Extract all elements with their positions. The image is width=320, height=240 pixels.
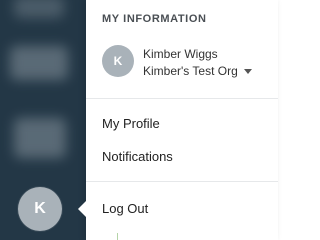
menu-item-my-profile[interactable]: My Profile <box>102 116 160 131</box>
menu-item-notifications[interactable]: Notifications <box>102 149 173 164</box>
org-switcher[interactable]: Kimber's Test Org <box>143 64 252 78</box>
menu-pointer <box>78 200 87 218</box>
account-avatar-button[interactable]: K <box>18 187 62 231</box>
blurred-nav-item <box>10 46 68 80</box>
section-header-my-information: MY INFORMATION <box>102 13 207 25</box>
blurred-nav-item <box>14 0 64 18</box>
menu-divider <box>86 98 278 99</box>
org-name: Kimber's Test Org <box>143 64 238 78</box>
user-name: Kimber Wiggs <box>143 47 218 61</box>
page-content-edge <box>117 233 118 240</box>
app-sidebar: K <box>0 0 86 240</box>
blurred-nav-item <box>14 118 66 158</box>
menu-divider <box>86 181 278 182</box>
chevron-down-icon <box>243 69 252 74</box>
account-dropdown-menu: MY INFORMATION K Kimber Wiggs Kimber's T… <box>86 0 278 240</box>
menu-item-log-out[interactable]: Log Out <box>102 201 148 216</box>
user-avatar: K <box>102 45 134 77</box>
